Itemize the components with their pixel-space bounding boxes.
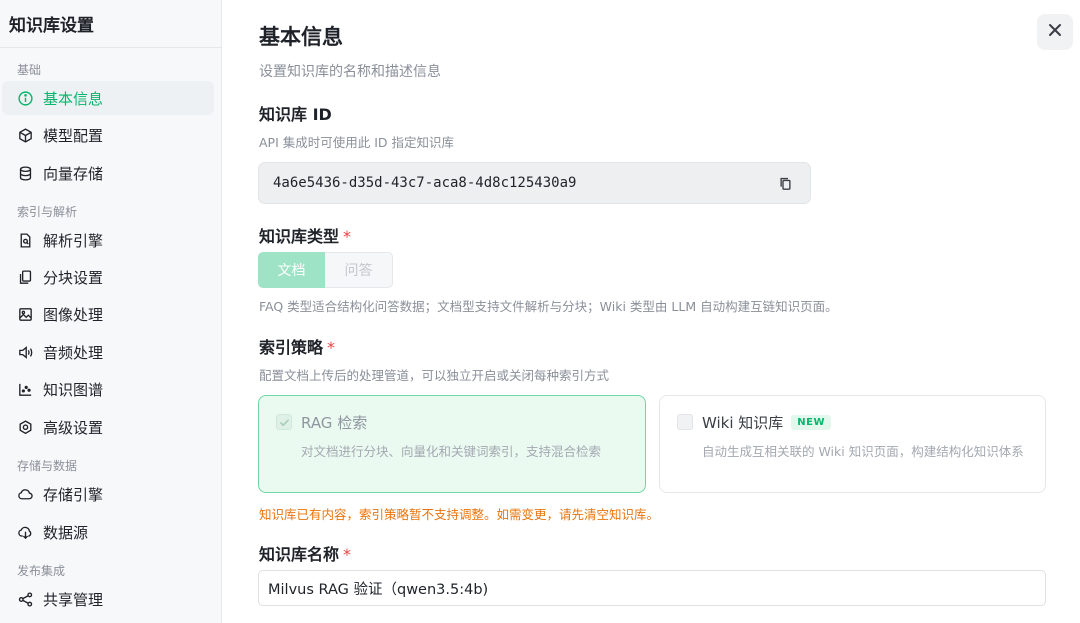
sidebar-item-image-processing[interactable]: 图像处理 [2, 297, 214, 331]
index-strategy-label-text: 索引策略 [259, 338, 324, 357]
index-option-wiki-card[interactable]: Wiki 知识库 NEW 自动生成互相关联的 Wiki 知识页面，构建结构化知识… [659, 395, 1046, 493]
kb-type-label-text: 知识库类型 [259, 227, 340, 246]
settings-main: 基本信息 设置知识库的名称和描述信息 知识库 ID API 集成时可使用此 ID… [222, 0, 1080, 623]
sidebar-item-label: 向量存储 [43, 164, 104, 183]
kb-type-description: FAQ 类型适合结构化问答数据；文档型支持文件解析与分块；Wiki 类型由 LL… [259, 299, 838, 314]
sidebar-item-basic-info[interactable]: 基本信息 [2, 81, 214, 115]
kb-id-field[interactable]: 4a6e5436-d35d-43c7-aca8-4d8c125430a9 [258, 162, 811, 204]
sidebar-item-vector-storage[interactable]: 向量存储 [2, 156, 214, 190]
info-icon [16, 89, 34, 107]
kb-id-label: 知识库 ID [259, 105, 332, 124]
sidebar-item-label: 分块设置 [43, 268, 104, 287]
kb-type-segmented-control: 文档 问答 [258, 252, 393, 288]
settings-icon [16, 418, 34, 436]
sidebar-item-chunk-settings[interactable]: 分块设置 [2, 260, 214, 294]
index-strategy-description: 配置文档上传后的处理管道，可以独立开启或关闭每种索引方式 [259, 368, 610, 383]
new-badge: NEW [791, 415, 832, 430]
sidebar-item-knowledge-graph[interactable]: 知识图谱 [2, 372, 214, 406]
sidebar-divider [0, 47, 221, 48]
sidebar-item-parser-engine[interactable]: 解析引擎 [2, 223, 214, 257]
cloud-download-icon [16, 523, 34, 541]
database-icon [16, 164, 34, 182]
kb-type-option-document[interactable]: 文档 [258, 252, 325, 288]
kb-id-value: 4a6e5436-d35d-43c7-aca8-4d8c125430a9 [273, 175, 577, 191]
required-mark: * [343, 545, 352, 564]
wiki-checkbox[interactable] [677, 414, 693, 430]
kb-name-input[interactable]: Milvus RAG 验证（qwen3.5:4b) [258, 570, 1046, 606]
sidebar-item-advanced-settings[interactable]: 高级设置 [2, 410, 214, 444]
kb-type-label: 知识库类型 * [259, 223, 351, 247]
rag-option-description: 对文档进行分块、向量化和关键词索引，支持混合检索 [301, 444, 602, 459]
graph-icon [16, 380, 34, 398]
rag-checkbox[interactable] [276, 414, 292, 430]
sidebar-item-data-source[interactable]: 数据源 [2, 515, 214, 549]
sidebar-item-model-config[interactable]: 模型配置 [2, 118, 214, 152]
sidebar-item-label: 基本信息 [43, 89, 104, 108]
sidebar-item-storage-engine[interactable]: 存储引擎 [2, 477, 214, 511]
index-option-rag-card[interactable]: RAG 检索 对文档进行分块、向量化和关键词索引，支持混合检索 [258, 395, 646, 493]
group-label-storage: 存储与数据 [17, 459, 78, 473]
share-icon [16, 590, 34, 608]
kb-id-description: API 集成时可使用此 ID 指定知识库 [259, 135, 455, 150]
sidebar-item-label: 图像处理 [43, 305, 104, 324]
wiki-option-title: Wiki 知识库 NEW [702, 412, 832, 433]
kb-name-value: Milvus RAG 验证（qwen3.5:4b) [268, 581, 489, 598]
wiki-option-title-text: Wiki 知识库 [702, 414, 784, 432]
required-mark: * [327, 338, 336, 357]
kb-type-option-qa[interactable]: 问答 [325, 252, 393, 288]
audio-icon [16, 343, 34, 361]
required-mark: * [343, 227, 352, 246]
sidebar-item-label: 解析引擎 [43, 231, 104, 250]
sidebar-item-label: 存储引擎 [43, 485, 104, 504]
close-button[interactable] [1037, 14, 1073, 50]
page-title: 基本信息 [259, 25, 343, 49]
file-search-icon [16, 231, 34, 249]
copy-pages-icon [16, 268, 34, 286]
page-subtitle: 设置知识库的名称和描述信息 [259, 64, 441, 80]
sidebar-item-audio-processing[interactable]: 音频处理 [2, 335, 214, 369]
index-strategy-label: 索引策略 * [259, 334, 335, 358]
close-icon [1047, 22, 1063, 42]
sidebar-item-label: 高级设置 [43, 418, 104, 437]
sidebar-item-label: 数据源 [43, 523, 89, 542]
settings-sidebar: 知识库设置 基础 基本信息 模型配置 向量存储 索引与解析 解析引擎 分块设置 [0, 0, 222, 623]
kb-name-label-text: 知识库名称 [259, 545, 340, 564]
sidebar-item-label: 音频处理 [43, 343, 104, 362]
sidebar-item-label: 模型配置 [43, 126, 104, 145]
wiki-option-description: 自动生成互相关联的 Wiki 知识页面，构建结构化知识体系 [702, 444, 1024, 459]
copy-icon[interactable] [776, 174, 794, 192]
sidebar-title: 知识库设置 [9, 16, 94, 36]
kb-name-label: 知识库名称 * [259, 541, 351, 565]
index-strategy-warning: 知识库已有内容，索引策略暂不支持调整。如需变更，请先清空知识库。 [259, 507, 660, 522]
sidebar-item-label: 共享管理 [43, 590, 104, 609]
image-icon [16, 305, 34, 323]
rag-option-title: RAG 检索 [301, 414, 368, 432]
group-label-index: 索引与解析 [17, 205, 78, 219]
cube-icon [16, 126, 34, 144]
group-label-basic: 基础 [17, 63, 42, 77]
sidebar-item-share-management[interactable]: 共享管理 [2, 582, 214, 616]
sidebar-item-label: 知识图谱 [43, 380, 104, 399]
group-label-publish: 发布集成 [17, 564, 66, 578]
cloud-icon [16, 485, 34, 503]
